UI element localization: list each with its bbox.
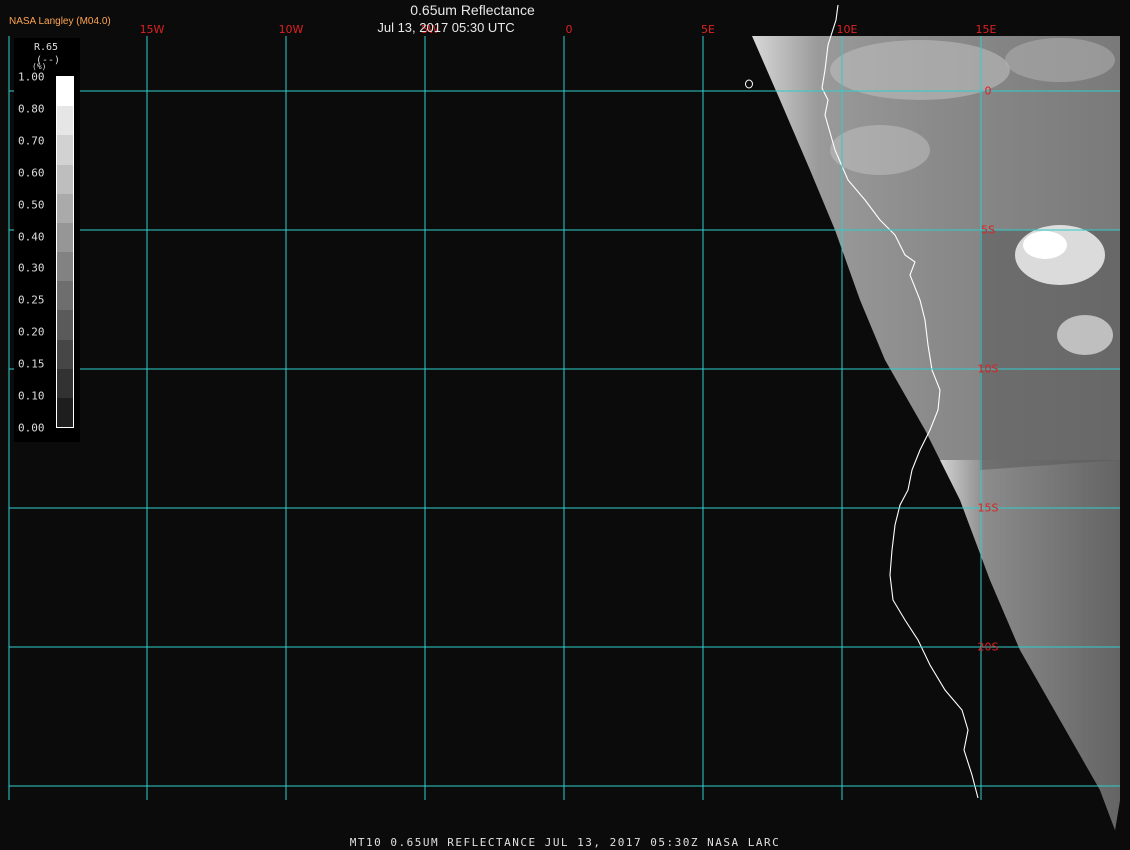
image-timestamp: Jul 13, 2017 05:30 UTC — [377, 20, 515, 35]
colorbar-tick-label: 0.80 — [18, 102, 45, 116]
colorbar-segment — [57, 135, 73, 165]
colorbar-segment — [57, 310, 73, 340]
longitude-label: 15E — [975, 23, 997, 36]
colorbar-scale — [56, 76, 74, 428]
colorbar-tick-label: 0.00 — [18, 421, 45, 435]
colorbar: R.65 (--) (%) 1.00 0.80 0.70 0.60 0.50 0.40 0.… — [14, 38, 80, 442]
colorbar-tick-label: 0.10 — [18, 389, 45, 403]
colorbar-segment — [57, 368, 73, 398]
colorbar-segment — [57, 281, 73, 311]
colorbar-segment — [57, 222, 73, 253]
colorbar-segment — [57, 397, 73, 428]
colorbar-variable: R.65 — [34, 42, 59, 53]
colorbar-tick-label: 0.15 — [18, 357, 45, 371]
colorbar-tick-label: 0.70 — [18, 134, 45, 148]
image-title: 0.65um Reflectance — [410, 2, 535, 18]
colorbar-segment — [57, 193, 73, 223]
colorbar-tick-label: 0.20 — [18, 325, 45, 339]
latitude-label: 10S — [977, 362, 999, 376]
colorbar-tick-label: 0.30 — [18, 261, 45, 275]
colorbar-tick-label: 0.25 — [18, 293, 45, 307]
colorbar-tick-label: 0.60 — [18, 166, 45, 180]
latitude-label: 5S — [981, 223, 995, 237]
colorbar-tick-label: 1.00 — [18, 70, 45, 84]
footer-caption: MT10 0.65UM REFLECTANCE JUL 13, 2017 05:… — [349, 836, 781, 849]
colorbar-segment — [57, 339, 73, 369]
colorbar-tick-label: 0.40 — [18, 230, 45, 244]
lat-lon-grid — [8, 36, 1120, 800]
colorbar-segment — [57, 106, 73, 136]
colorbar-segment — [57, 164, 73, 194]
colorbar-tick-label: 0.50 — [18, 198, 45, 212]
colorbar-segment — [57, 77, 73, 107]
latitude-label: 20S — [977, 640, 999, 654]
latitude-label: 0 — [984, 84, 992, 98]
latitude-label: 15S — [977, 501, 999, 515]
colorbar-segment — [57, 252, 73, 282]
map-viewer[interactable]: 15W 10W 5W 0 5E 10E 15E 0 5S 10S 15S 20S NASA Lang… — [0, 0, 1130, 850]
